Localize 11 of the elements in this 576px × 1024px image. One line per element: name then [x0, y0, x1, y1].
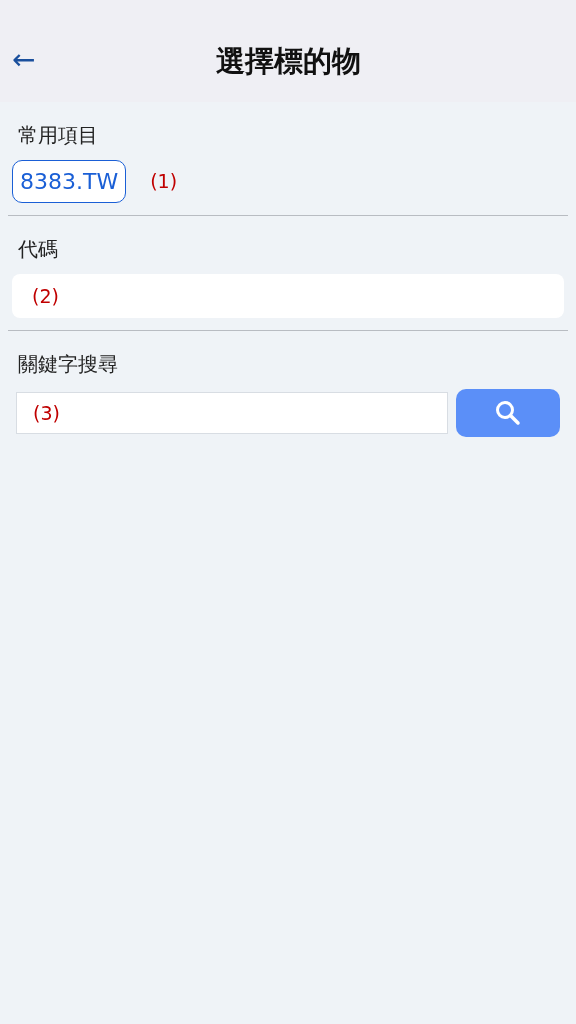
page-title: 選擇標的物	[215, 44, 361, 79]
annotation-label: (1)	[150, 169, 178, 195]
keyword-input-field[interactable]: (3)	[16, 392, 448, 434]
favorite-chip[interactable]: 8383.TW	[12, 160, 127, 203]
section-label: 代碼	[17, 236, 59, 263]
search-icon	[495, 400, 521, 426]
section-label: 關鍵字搜尋	[17, 351, 119, 378]
code-input-field[interactable]: (2)	[12, 274, 564, 318]
search-button[interactable]	[456, 389, 560, 437]
section-label: 常用項目	[17, 122, 99, 149]
back-button[interactable]: ←	[8, 44, 40, 76]
